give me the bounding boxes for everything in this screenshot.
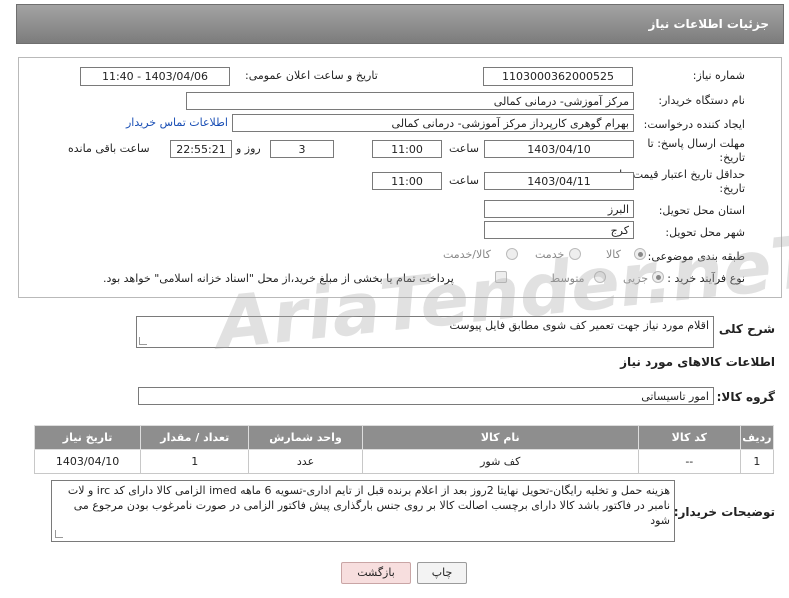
reply-time-label: ساعت	[449, 142, 479, 155]
cell-row: 1	[739, 449, 775, 474]
page-title: جزئیات اطلاعات نیاز	[648, 17, 769, 31]
reply-days-field: 3	[270, 140, 334, 158]
price-validity-label: حداقل تاریخ اعتبار قیمت: تا	[619, 168, 745, 181]
announce-datetime-label: تاریخ و ساعت اعلان عمومی:	[245, 69, 378, 82]
goods-table: ردیف کد کالا نام کالا واحد شمارش تعداد /…	[33, 425, 775, 474]
back-button[interactable]: بازگشت	[341, 562, 411, 584]
col-name: نام کالا	[361, 425, 639, 450]
notes-resize-handle[interactable]	[55, 530, 63, 538]
buyer-notes-field: هزینه حمل و تخلیه رایگان-تحویل نهایتا 2ر…	[51, 480, 675, 542]
col-date: تاریخ نیاز	[33, 425, 142, 450]
category-service-radio[interactable]	[569, 248, 581, 260]
remaining-time-label: ساعت باقی مانده	[68, 142, 150, 155]
requester-label: ایجاد کننده درخواست:	[643, 118, 745, 131]
cell-unit: عدد	[248, 449, 363, 474]
goods-info-title: اطلاعات کالاهای مورد نیاز	[620, 355, 775, 369]
cell-code: --	[637, 449, 741, 474]
reply-deadline-date-field: 1403/04/10	[484, 140, 634, 158]
city-label: شهر محل تحویل:	[665, 226, 745, 239]
buyer-notes-label: توضیحات خریدار:	[673, 505, 775, 519]
col-code: کد کالا	[637, 425, 741, 450]
province-field: البرز	[484, 200, 634, 218]
requester-field: بهرام گوهری کارپرداز مرکز آموزشی- درمانی…	[232, 114, 634, 132]
col-qty: تعداد / مقدار	[140, 425, 250, 450]
table-row: 1 -- کف شور عدد 1 1403/04/10	[33, 449, 775, 474]
print-button[interactable]: چاپ	[417, 562, 467, 584]
category-goods-service-radio[interactable]	[506, 248, 518, 260]
description-resize-handle[interactable]	[139, 337, 147, 345]
goods-group-label: گروه کالا:	[716, 390, 775, 404]
reply-deadline-label-date: تاریخ:	[719, 151, 745, 164]
buyer-contact-link[interactable]: اطلاعات تماس خریدار	[126, 116, 228, 129]
buyer-notes-text: هزینه حمل و تخلیه رایگان-تحویل نهایتا 2ر…	[67, 484, 670, 527]
purchase-medium-radio[interactable]	[594, 271, 606, 283]
reply-days-label: روز و	[236, 142, 261, 155]
cell-qty: 1	[140, 449, 250, 474]
buyer-org-label: نام دستگاه خریدار:	[658, 94, 745, 107]
purchase-minor-radio[interactable]	[652, 271, 664, 283]
category-label: طبقه بندی موضوعی:	[647, 250, 745, 263]
treasury-checkbox[interactable]	[495, 271, 507, 283]
goods-group-field: امور تاسیساتی	[138, 387, 714, 405]
price-time-label: ساعت	[449, 174, 479, 187]
province-label: استان محل تحویل:	[658, 204, 745, 217]
description-field: اقلام مورد نیاز جهت تعمیر کف شوی مطابق ف…	[136, 316, 714, 348]
category-goods-label: کالا	[606, 248, 621, 261]
price-validity-label-date: تاریخ:	[719, 182, 745, 195]
reply-deadline-time-field: 11:00	[372, 140, 442, 158]
remaining-time-field: 22:55:21	[170, 140, 232, 158]
purchase-minor-label: جزیی	[623, 272, 649, 285]
category-goods-service-label: کالا/خدمت	[443, 248, 491, 261]
need-number-field: 1103000362000525	[483, 67, 633, 86]
reply-deadline-label: مهلت ارسال پاسخ: تا	[647, 137, 745, 150]
buyer-org-field: مرکز آموزشی- درمانی کمالی	[186, 92, 634, 110]
purchase-medium-label: متوسط	[550, 272, 585, 285]
need-number-label: شماره نیاز:	[692, 69, 745, 82]
page-header: جزئیات اطلاعات نیاز	[16, 4, 784, 44]
announce-datetime-field: 1403/04/06 - 11:40	[80, 67, 230, 86]
treasury-note: پرداخت تمام یا بخشی از مبلغ خرید،از محل …	[103, 272, 454, 285]
description-text: اقلام مورد نیاز جهت تعمیر کف شوی مطابق ف…	[449, 319, 710, 332]
price-validity-time-field: 11:00	[372, 172, 442, 190]
purchase-type-label: نوع فرآیند خرید :	[667, 272, 745, 285]
category-goods-radio[interactable]	[634, 248, 646, 260]
city-field: کرج	[484, 221, 634, 239]
price-validity-date-field: 1403/04/11	[484, 172, 634, 190]
category-service-label: خدمت	[535, 248, 565, 261]
goods-table-header: ردیف کد کالا نام کالا واحد شمارش تعداد /…	[33, 425, 775, 450]
col-row: ردیف	[739, 425, 775, 450]
col-unit: واحد شمارش	[248, 425, 363, 450]
cell-name: کف شور	[361, 449, 639, 474]
cell-date: 1403/04/10	[33, 449, 142, 474]
